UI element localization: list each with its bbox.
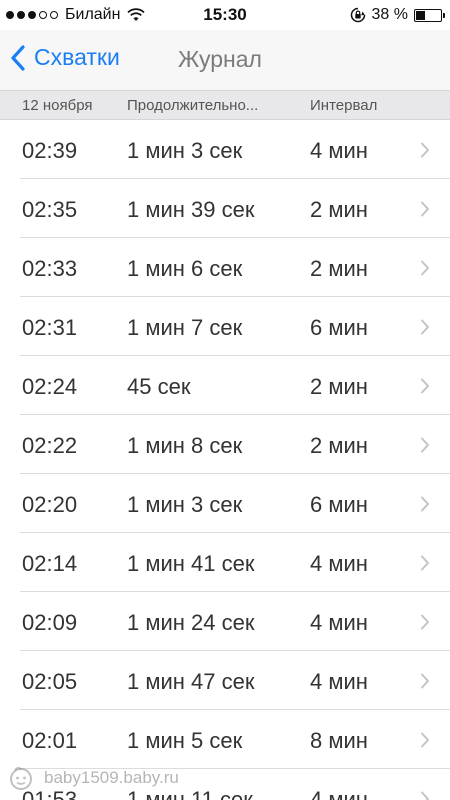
battery-fill <box>416 10 426 20</box>
chevron-right-icon <box>421 673 429 689</box>
row-duration: 1 мин 24 сек <box>127 610 255 635</box>
table-row[interactable]: 02:24 45 сек 2 мин <box>0 356 450 415</box>
row-interval: 8 мин <box>310 728 368 753</box>
row-interval: 4 мин <box>310 610 368 635</box>
row-duration: 1 мин 47 сек <box>127 669 255 694</box>
row-time: 02:09 <box>22 610 78 635</box>
chevron-right-icon <box>421 437 429 453</box>
row-time: 02:01 <box>22 728 78 753</box>
row-duration: 1 мин 41 сек <box>127 551 255 576</box>
chevron-right-icon <box>421 201 429 217</box>
table-row[interactable]: 02:39 1 мин 3 сек 4 мин <box>0 120 450 179</box>
table-row[interactable]: 02:14 1 мин 41 сек 4 мин <box>0 533 450 592</box>
row-interval: 2 мин <box>310 256 368 281</box>
row-duration: 1 мин 7 сек <box>127 315 243 340</box>
chevron-right-icon <box>421 319 429 335</box>
row-time: 02:39 <box>22 138 78 163</box>
chevron-right-icon <box>421 142 429 158</box>
status-bar: Билайн 15:30 38 % <box>0 0 450 30</box>
row-interval: 4 мин <box>310 787 368 800</box>
chevron-right-icon <box>421 791 429 800</box>
table-row[interactable]: 02:09 1 мин 24 сек 4 мин <box>0 592 450 651</box>
screen: Билайн 15:30 38 % Схватки Журнал 12 нояб… <box>0 0 450 800</box>
column-header-duration: Продолжительно... <box>127 97 259 114</box>
row-duration: 1 мин 39 сек <box>127 197 255 222</box>
table-row[interactable]: 02:01 1 мин 5 сек 8 мин <box>0 710 450 769</box>
table-row[interactable]: 02:33 1 мин 6 сек 2 мин <box>0 238 450 297</box>
row-duration: 45 сек <box>127 374 191 399</box>
page-title: Журнал <box>178 46 262 72</box>
battery-percent: 38 % <box>371 6 408 23</box>
section-date: 12 ноября <box>22 97 93 114</box>
chevron-right-icon <box>421 732 429 748</box>
row-time: 02:20 <box>22 492 78 517</box>
watermark: baby1509.baby.ru <box>6 765 179 791</box>
battery-icon <box>414 8 445 22</box>
chevron-left-icon <box>11 44 25 71</box>
row-duration: 1 мин 8 сек <box>127 433 243 458</box>
row-interval: 6 мин <box>310 492 368 517</box>
chevron-right-icon <box>421 614 429 630</box>
chevron-right-icon <box>421 260 429 276</box>
row-time: 02:35 <box>22 197 78 222</box>
row-time: 02:31 <box>22 315 78 340</box>
watermark-logo-icon <box>10 766 32 790</box>
back-button[interactable]: Схватки <box>10 44 120 71</box>
watermark-text: baby1509.baby.ru <box>44 768 179 787</box>
row-interval: 4 мин <box>310 669 368 694</box>
status-right: 38 % <box>350 6 445 24</box>
chevron-right-icon <box>421 496 429 512</box>
row-interval: 6 мин <box>310 315 368 340</box>
table-row[interactable]: 02:05 1 мин 47 сек 4 мин <box>0 651 450 710</box>
row-duration: 1 мин 5 сек <box>127 728 243 753</box>
row-time: 02:33 <box>22 256 78 281</box>
section-header: 12 ноября Продолжительно... Интервал <box>0 90 450 120</box>
row-interval: 2 мин <box>310 374 368 399</box>
row-interval: 2 мин <box>310 197 368 222</box>
row-time: 02:22 <box>22 433 78 458</box>
row-duration: 1 мин 3 сек <box>127 492 243 517</box>
row-interval: 4 мин <box>310 138 368 163</box>
table-row[interactable]: 02:35 1 мин 39 сек 2 мин <box>0 179 450 238</box>
row-duration: 1 мин 6 сек <box>127 256 243 281</box>
row-interval: 4 мин <box>310 551 368 576</box>
back-button-label: Схватки <box>34 44 120 70</box>
rotation-lock-icon <box>350 7 365 23</box>
contractions-list: 02:39 1 мин 3 сек 4 мин 02:35 1 мин 39 сек 2 … <box>0 120 450 800</box>
row-duration: 1 мин 3 сек <box>127 138 243 163</box>
table-row[interactable]: 02:31 1 мин 7 сек 6 мин <box>0 297 450 356</box>
table-row[interactable]: 02:20 1 мин 3 сек 6 мин <box>0 474 450 533</box>
navigation-bar: Схватки Журнал <box>0 30 450 90</box>
column-header-interval: Интервал <box>310 97 378 114</box>
chevron-right-icon <box>421 555 429 571</box>
row-time: 02:24 <box>22 374 78 399</box>
row-time: 02:05 <box>22 669 78 694</box>
chevron-right-icon <box>421 378 429 394</box>
table-row[interactable]: 02:22 1 мин 8 сек 2 мин <box>0 415 450 474</box>
row-time: 02:14 <box>22 551 78 576</box>
row-interval: 2 мин <box>310 433 368 458</box>
